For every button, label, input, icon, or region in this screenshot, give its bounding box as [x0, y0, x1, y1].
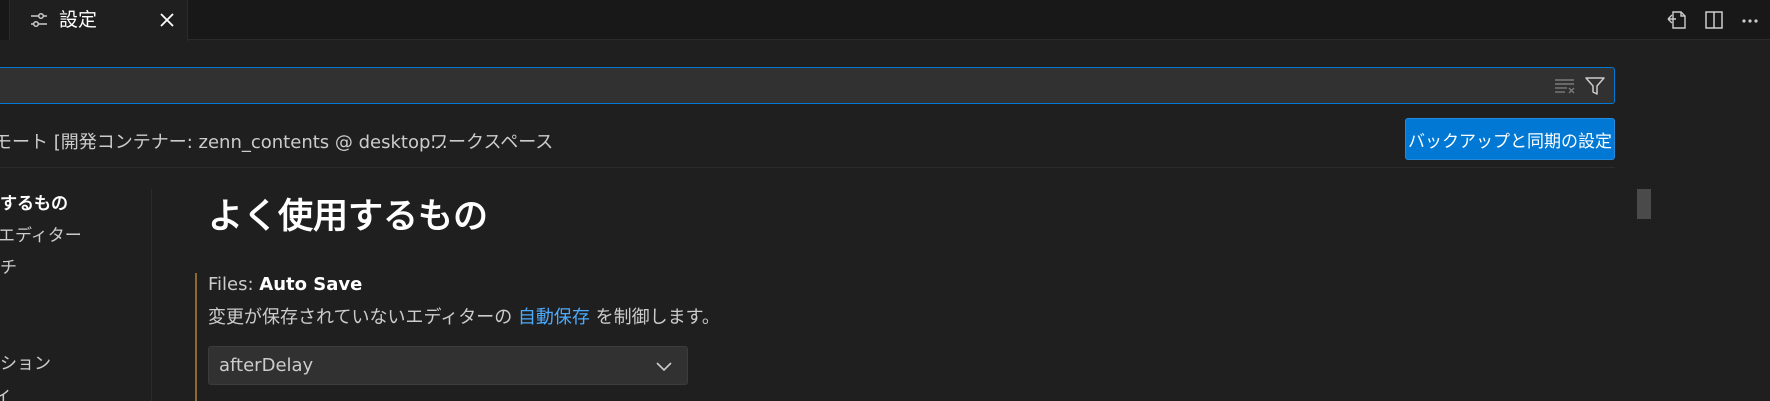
toc-item-application[interactable]: ション — [0, 353, 51, 375]
previous-tab-edge[interactable] — [0, 0, 10, 40]
auto-save-select[interactable]: afterDelay — [208, 346, 688, 385]
tab-remote-settings[interactable]: モート [開発コンテナー: zenn_contents @ desktop... — [0, 130, 448, 156]
settings-toc: するもの エディター チ ション イ — [0, 189, 152, 401]
setting-files-auto-save: Files: Auto Save 変更が保存されていないエディターの 自動保存 … — [195, 265, 1545, 401]
auto-save-link[interactable]: 自動保存 — [518, 307, 590, 328]
description-text-before: 変更が保存されていないエディターの — [208, 307, 518, 328]
tab-settings[interactable]: 設定 — [10, 0, 188, 41]
clear-filter-icon[interactable] — [1553, 75, 1577, 97]
setting-description: 変更が保存されていないエディターの 自動保存 を制御します。 — [208, 306, 720, 330]
split-editor-icon[interactable] — [1700, 6, 1728, 34]
toc-item-commonly-used[interactable]: するもの — [0, 193, 68, 215]
settings-sliders-icon — [30, 11, 48, 29]
setting-title: Files: Auto Save — [208, 273, 362, 297]
close-icon[interactable] — [157, 10, 177, 30]
toc-item-text-editor[interactable]: エディター — [0, 225, 82, 247]
description-text-after: を制御します。 — [589, 307, 720, 328]
chevron-down-icon — [654, 356, 674, 376]
section-title: よく使用するもの — [208, 197, 489, 237]
editor-tab-bar: 設定 — [0, 0, 1770, 41]
backup-and-sync-button[interactable]: バックアップと同期の設定 — [1405, 118, 1615, 160]
scrollbar-thumb[interactable] — [1637, 189, 1651, 219]
setting-label: Auto Save — [259, 274, 363, 295]
tab-title: 設定 — [59, 9, 98, 31]
toc-item-partial[interactable]: イ — [0, 387, 11, 401]
toc-item-workbench[interactable]: チ — [0, 257, 17, 279]
settings-search-box — [0, 67, 1615, 104]
select-value: afterDelay — [219, 355, 314, 376]
tab-workspace-settings[interactable]: ワークスペース — [430, 130, 553, 156]
modified-indicator — [195, 273, 197, 401]
settings-search-input[interactable] — [6, 71, 1536, 100]
more-actions-icon[interactable] — [1736, 6, 1764, 34]
settings-scope-tabs: モート [開発コンテナー: zenn_contents @ desktop...… — [0, 118, 1615, 168]
setting-category: Files: — [208, 274, 260, 295]
open-settings-json-icon[interactable] — [1663, 6, 1691, 34]
filter-icon[interactable] — [1583, 74, 1607, 98]
